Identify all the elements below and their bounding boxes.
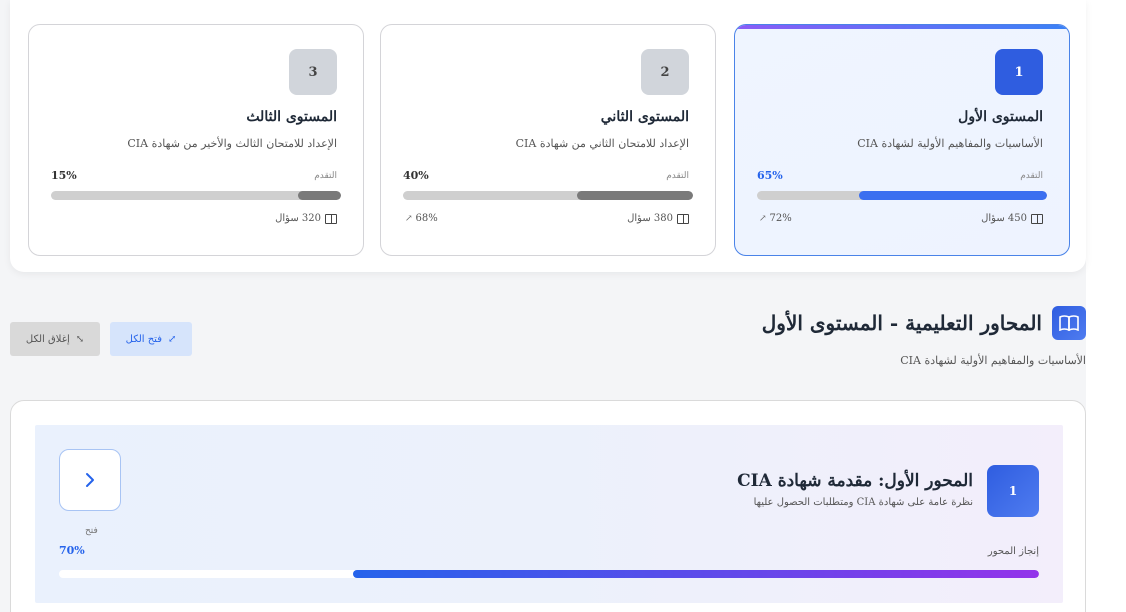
progress-label: التقدم [314,171,337,181]
progress-value: 40% [403,169,429,182]
open-axis-button[interactable] [59,449,121,511]
level-number-badge: 1 [995,49,1043,95]
section-header: المحاور التعليمية - المستوى الأول [762,306,1086,340]
chevron-right-icon [86,473,94,487]
completion-progress-bar [59,570,1039,578]
section-subtitle: الأساسيات والمفاهيم الأولية لشهادة CIA [900,354,1086,367]
axis-number-badge: 1 [987,465,1039,517]
scrollbar-track[interactable] [1086,0,1126,612]
levels-panel: 1 المستوى الأول الأساسيات والمفاهيم الأو… [10,0,1086,272]
open-label: فتح [85,526,98,536]
trend-icon: ↗ [405,213,413,224]
axis-title: المحور الأول: مقدمة شهادة CIA [737,471,973,491]
level-description: الإعداد للامتحان الثاني من شهادة CIA [515,137,689,150]
progress-value: 65% [757,169,783,182]
expand-all-label: فتح الكل [125,333,162,345]
trend-icon: ↗ [759,213,767,224]
collapse-icon: ⤡ [75,333,85,345]
questions-count-text: 380 سؤال [627,213,673,224]
level-title: المستوى الأول [958,109,1043,125]
questions-count: 450 سؤال [981,213,1043,224]
section-title: المحاور التعليمية - المستوى الأول [761,311,1042,335]
completion-progress-fill [353,570,1039,578]
level-card-2[interactable]: 2 المستوى الثاني الإعداد للامتحان الثاني… [380,24,716,256]
level-card-3[interactable]: 3 المستوى الثالث الإعداد للامتحان الثالث… [28,24,364,256]
level-title: المستوى الثاني [600,109,689,125]
success-rate: 68% ↗ [405,213,438,224]
level-description: الإعداد للامتحان الثالث والأخير من شهادة… [127,137,337,150]
progress-label: التقدم [1020,171,1043,181]
book-open-icon [1052,306,1086,340]
expand-all-button[interactable]: ⤢ فتح الكل [110,322,192,356]
progress-bar-fill [858,191,1047,200]
collapse-all-label: إغلاق الكل [25,333,70,345]
success-rate-text: 68% [415,213,438,224]
success-rate-text: 72% [769,213,792,224]
success-rate: 72% ↗ [759,213,792,224]
progress-label: التقدم [666,171,689,181]
level-title: المستوى الثالث [246,109,337,125]
book-icon [1031,213,1043,224]
progress-bar-fill [577,191,693,200]
axis-card-1[interactable]: 1 المحور الأول: مقدمة شهادة CIA نظرة عام… [35,425,1063,603]
expand-icon: ⤢ [167,333,177,345]
axis-description: نظرة عامة على شهادة CIA ومتطلبات الحصول … [753,497,973,508]
progress-value: 15% [51,169,77,182]
collapse-all-button[interactable]: ⤡ إغلاق الكل [10,322,100,356]
progress-bar [757,191,1047,200]
level-number-badge: 2 [641,49,689,95]
questions-count: 320 سؤال [275,213,337,224]
questions-count-text: 320 سؤال [275,213,321,224]
axes-panel: 1 المحور الأول: مقدمة شهادة CIA نظرة عام… [10,400,1086,612]
book-icon [677,213,689,224]
progress-bar [51,191,341,200]
progress-bar [403,191,693,200]
level-number-badge: 3 [289,49,337,95]
completion-value: 70% [59,544,85,557]
completion-label: إنجاز المحور [987,546,1039,557]
level-description: الأساسيات والمفاهيم الأولية لشهادة CIA [857,137,1043,150]
questions-count-text: 450 سؤال [981,213,1027,224]
progress-bar-fill [297,191,341,200]
questions-count: 380 سؤال [627,213,689,224]
book-icon [325,213,337,224]
level-card-1[interactable]: 1 المستوى الأول الأساسيات والمفاهيم الأو… [734,24,1070,256]
